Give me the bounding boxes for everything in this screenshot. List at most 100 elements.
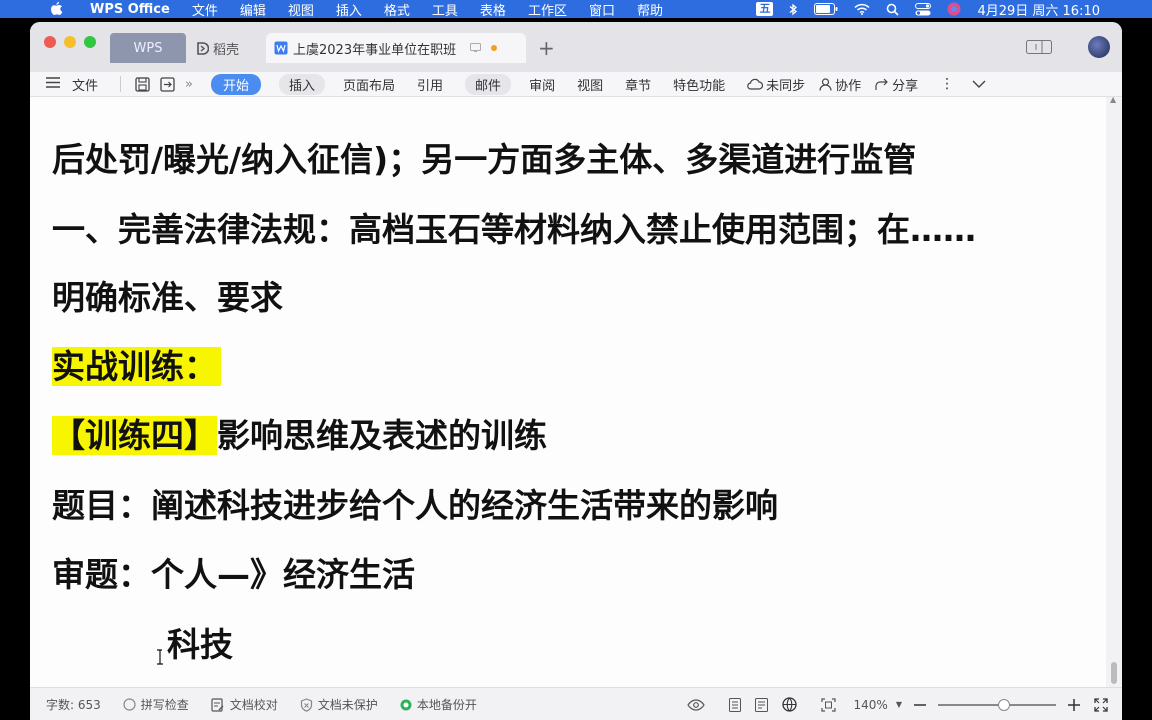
zoom-slider-knob[interactable]: [998, 698, 1010, 711]
tab-page-layout[interactable]: 页面布局: [343, 75, 395, 94]
word-count[interactable]: 字数: 653: [46, 696, 101, 713]
window-layout-icon[interactable]: [1026, 39, 1052, 58]
zoom-slider[interactable]: [938, 698, 1056, 711]
save-icon[interactable]: [135, 76, 150, 92]
window-minimize-button[interactable]: [64, 36, 76, 48]
hamburger-menu-icon[interactable]: [46, 76, 60, 92]
battery-icon[interactable]: [814, 3, 838, 15]
menu-file[interactable]: 文件: [192, 0, 218, 19]
window-zoom-button[interactable]: [84, 36, 96, 48]
doc-protect-label: 文档未保护: [317, 698, 378, 712]
file-menu-button[interactable]: 文件: [72, 75, 98, 94]
window-close-button[interactable]: [44, 36, 56, 48]
document-canvas[interactable]: · · · · · · · · · · · · · · · · · · · · …: [30, 97, 1106, 687]
tab-mailings[interactable]: 邮件: [465, 73, 512, 95]
collapse-ribbon-icon[interactable]: [972, 80, 986, 88]
text-line-6[interactable]: 题目：阐述科技进步给个人的经济生活带来的影响: [52, 483, 778, 529]
text-line-7[interactable]: 审题：个人—》经济生活: [52, 552, 415, 598]
cloud-sync-icon: [747, 78, 764, 90]
menu-edit[interactable]: 编辑: [240, 0, 266, 19]
zoom-level[interactable]: 140%: [854, 698, 888, 712]
input-method-indicator[interactable]: 五: [756, 2, 774, 16]
export-icon[interactable]: [160, 76, 175, 92]
tab-review[interactable]: 审阅: [529, 75, 555, 94]
menu-table[interactable]: 表格: [480, 0, 506, 19]
zoom-in-button[interactable]: [1068, 698, 1080, 711]
eye-protection-icon[interactable]: [686, 698, 705, 711]
proofread-icon: [211, 697, 224, 712]
text-line-3[interactable]: 明确标准、要求: [52, 275, 283, 321]
doc-proofread-label: 文档校对: [229, 698, 278, 712]
doc-protect-button[interactable]: 文档未保护: [300, 696, 378, 713]
outline-view-icon[interactable]: [754, 697, 768, 712]
control-center-icon[interactable]: [915, 2, 932, 16]
collaborate-button[interactable]: 协作: [819, 75, 861, 94]
fullscreen-icon[interactable]: [1094, 697, 1108, 712]
tab-view[interactable]: 视图: [577, 75, 603, 94]
menu-tools[interactable]: 工具: [432, 0, 458, 19]
daoke-icon: [196, 41, 209, 55]
text-line-cut-off: · · · · · · · · · · · · · · · · · · · ·: [52, 97, 521, 115]
status-bar: 字数: 653 拼写检查 文档校对 文档未保护 本地备份开 140% ▼: [30, 687, 1122, 720]
tab-sections[interactable]: 章节: [625, 75, 651, 94]
tab-wps-home[interactable]: WPS: [110, 33, 186, 63]
local-backup-button[interactable]: 本地备份开: [400, 696, 477, 713]
web-view-icon[interactable]: [781, 697, 797, 712]
text-line-5[interactable]: 【训练四】影响思维及表述的训练: [52, 413, 547, 459]
zoom-out-button[interactable]: [914, 703, 926, 706]
menu-workspace[interactable]: 工作区: [528, 0, 567, 19]
tab-daoke[interactable]: 稻壳: [196, 33, 266, 63]
tab-wps-label: WPS: [133, 40, 163, 56]
local-backup-label: 本地备份开: [416, 698, 477, 712]
text-line-1[interactable]: 后处罚/曝光/纳入征信)；另一方面多主体、多渠道进行监管: [52, 137, 916, 183]
toolbar-divider: [120, 76, 122, 92]
spell-check-label: 拼写检查: [140, 698, 189, 712]
sync-status-button[interactable]: 未同步: [747, 75, 805, 94]
spell-check-toggle-icon: [123, 698, 136, 711]
collaborate-label: 协作: [835, 78, 862, 94]
text-line-2[interactable]: 一、完善法律法规：高档玉石等材料纳入禁止使用范围；在……: [52, 207, 976, 253]
tab-references[interactable]: 引用: [417, 75, 443, 94]
shield-icon: [300, 697, 312, 712]
siri-icon[interactable]: [947, 2, 961, 16]
new-tab-button[interactable]: +: [538, 33, 555, 63]
ribbon-toolbar: 文件 » 开始 插入 页面布局 引用 邮件 审阅 视图 章节 特色功能 未同步 …: [30, 72, 1122, 97]
app-name[interactable]: WPS Office: [90, 2, 170, 17]
share-button[interactable]: 分享: [875, 75, 918, 94]
doc-proofread-button[interactable]: 文档校对: [211, 696, 278, 713]
spell-check-button[interactable]: 拼写检查: [123, 696, 189, 713]
wifi-icon[interactable]: [854, 3, 870, 15]
menu-view[interactable]: 视图: [288, 0, 314, 19]
more-options-icon[interactable]: ⋮: [940, 76, 954, 92]
scroll-up-icon[interactable]: ▲: [1110, 95, 1116, 104]
highlighted-training-label: 【训练四】: [52, 416, 217, 455]
more-tools-icon[interactable]: »: [185, 77, 193, 92]
menu-bar: WPS Office 文件 编辑 视图 插入 格式 工具 表格 工作区 窗口 帮…: [0, 0, 1152, 19]
spotlight-search-icon[interactable]: [886, 3, 900, 16]
zoom-dropdown-icon[interactable]: ▼: [896, 700, 902, 709]
unsaved-indicator: [491, 45, 498, 51]
tab-special-features[interactable]: 特色功能: [673, 75, 725, 94]
word-doc-icon: [274, 41, 288, 55]
text-line-4[interactable]: 实战训练：: [52, 344, 221, 390]
scrollbar-thumb[interactable]: [1111, 662, 1117, 684]
bluetooth-icon[interactable]: [789, 3, 798, 16]
menu-insert[interactable]: 插入: [336, 0, 362, 19]
tab-home[interactable]: 开始: [210, 73, 261, 95]
vertical-scrollbar[interactable]: ▲: [1106, 95, 1122, 687]
tab-insert[interactable]: 插入: [279, 73, 326, 95]
fit-page-icon[interactable]: [820, 697, 836, 712]
share-icon: [875, 78, 889, 90]
sync-status-label: 未同步: [766, 78, 806, 94]
menu-window[interactable]: 窗口: [589, 0, 615, 19]
text-line-8[interactable]: 科技: [167, 622, 233, 668]
menu-format[interactable]: 格式: [384, 0, 410, 19]
user-icon: [819, 77, 832, 91]
menu-help[interactable]: 帮助: [637, 0, 663, 19]
menubar-clock[interactable]: 4月29日 周六 16:10: [977, 0, 1100, 19]
user-avatar[interactable]: [1088, 36, 1110, 58]
tab-pin-icon[interactable]: [470, 43, 482, 53]
page-view-icon[interactable]: [728, 697, 741, 712]
tab-document[interactable]: 上虞2023年事业单位在职班: [266, 33, 526, 63]
apple-icon[interactable]: [50, 2, 64, 16]
